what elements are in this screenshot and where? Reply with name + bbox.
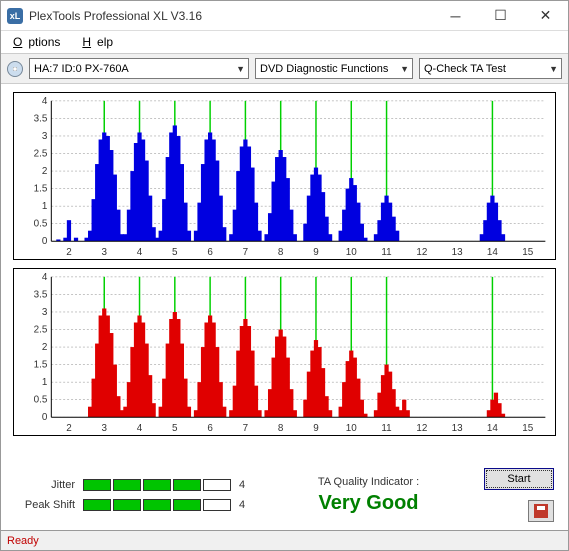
- svg-text:2: 2: [66, 247, 72, 258]
- jitter-bar: [83, 479, 231, 491]
- svg-text:6: 6: [207, 247, 213, 258]
- svg-text:9: 9: [313, 247, 319, 258]
- svg-text:3.5: 3.5: [34, 113, 48, 124]
- chevron-down-icon: ▼: [400, 64, 409, 74]
- svg-text:2: 2: [66, 423, 72, 434]
- svg-text:1.5: 1.5: [34, 360, 48, 371]
- svg-text:4: 4: [42, 96, 48, 107]
- menu-help[interactable]: Help: [76, 33, 125, 51]
- svg-text:13: 13: [452, 247, 463, 258]
- start-button[interactable]: Start: [484, 468, 554, 490]
- svg-text:7: 7: [243, 423, 249, 434]
- svg-text:2: 2: [42, 166, 48, 177]
- svg-text:3.5: 3.5: [34, 289, 48, 300]
- svg-text:12: 12: [416, 247, 427, 258]
- test-select-value: Q-Check TA Test: [424, 63, 506, 75]
- chart-bottom: 0 0.5 1 1.5 2 2.5 3 3.5 4 2 3 4 5 6 7 8 9 10 11 12 13 14 15: [13, 268, 556, 436]
- svg-text:3: 3: [101, 423, 107, 434]
- maximize-button[interactable]: ☐: [478, 1, 523, 30]
- function-select-value: DVD Diagnostic Functions: [260, 63, 388, 75]
- svg-text:11: 11: [381, 247, 392, 258]
- minimize-button[interactable]: ─: [433, 1, 478, 30]
- svg-text:1.5: 1.5: [34, 184, 48, 195]
- segment: [173, 499, 201, 511]
- svg-text:0.5: 0.5: [34, 219, 48, 230]
- svg-text:12: 12: [416, 423, 427, 434]
- peakshift-label: Peak Shift: [15, 499, 75, 511]
- svg-text:13: 13: [452, 423, 463, 434]
- svg-text:4: 4: [42, 272, 48, 283]
- svg-text:2.5: 2.5: [34, 148, 48, 159]
- quality-value: Very Good: [318, 492, 418, 515]
- function-select[interactable]: DVD Diagnostic Functions ▼: [255, 58, 413, 79]
- svg-text:4: 4: [137, 423, 143, 434]
- segment: [113, 479, 141, 491]
- save-button[interactable]: [528, 500, 554, 522]
- svg-text:6: 6: [207, 423, 213, 434]
- segment: [83, 499, 111, 511]
- device-select-value: HA:7 ID:0 PX-760A: [34, 63, 129, 75]
- menu-options[interactable]: Options: [7, 33, 72, 51]
- svg-text:2.5: 2.5: [34, 324, 48, 335]
- metrics: Jitter 4 Peak Shift 4: [15, 479, 253, 511]
- svg-text:5: 5: [172, 423, 178, 434]
- window-title: PlexTools Professional XL V3.16: [29, 9, 433, 23]
- jitter-row: Jitter 4: [15, 479, 253, 491]
- menubar: Options Help: [1, 31, 568, 53]
- svg-text:5: 5: [172, 247, 178, 258]
- status-text: Ready: [7, 535, 39, 547]
- chevron-down-icon: ▼: [549, 64, 558, 74]
- test-select[interactable]: Q-Check TA Test ▼: [419, 58, 562, 79]
- svg-text:11: 11: [381, 423, 392, 434]
- peakshift-value: 4: [239, 499, 253, 511]
- disc-icon: [7, 61, 23, 77]
- svg-text:3: 3: [42, 131, 48, 142]
- svg-text:8: 8: [278, 423, 284, 434]
- svg-text:0.5: 0.5: [34, 395, 48, 406]
- titlebar: xL PlexTools Professional XL V3.16 ─ ☐ ✕: [1, 1, 568, 31]
- svg-text:15: 15: [522, 423, 533, 434]
- chevron-down-icon: ▼: [236, 64, 245, 74]
- statusbar: Ready: [1, 530, 568, 550]
- svg-text:10: 10: [346, 423, 357, 434]
- app-icon: xL: [7, 8, 23, 24]
- svg-text:14: 14: [487, 423, 498, 434]
- toolbar: HA:7 ID:0 PX-760A ▼ DVD Diagnostic Funct…: [1, 53, 568, 84]
- svg-text:3: 3: [42, 307, 48, 318]
- svg-text:1: 1: [42, 201, 48, 212]
- svg-text:4: 4: [137, 247, 143, 258]
- segment: [203, 499, 231, 511]
- svg-text:3: 3: [101, 247, 107, 258]
- close-button[interactable]: ✕: [523, 1, 568, 30]
- segment: [203, 479, 231, 491]
- svg-text:7: 7: [243, 247, 249, 258]
- chart-area: 00.511.522.533.5423456789101112131415 00…: [1, 84, 568, 458]
- segment: [143, 499, 171, 511]
- svg-text:8: 8: [278, 247, 284, 258]
- svg-text:14: 14: [487, 247, 498, 258]
- svg-text:15: 15: [522, 247, 533, 258]
- quality-indicator: TA Quality Indicator : Very Good: [261, 476, 476, 515]
- bottom-panel: Jitter 4 Peak Shift 4 TA Quality Indicat…: [1, 458, 568, 530]
- segment: [113, 499, 141, 511]
- segment: [143, 479, 171, 491]
- jitter-label: Jitter: [15, 479, 75, 491]
- quality-label: TA Quality Indicator :: [318, 476, 419, 488]
- chart-top: 0 0.5 1 1.5 2 2.5 3 3.5 4 2 3 4 5 6 7 8 9 10 11 12 13 14 15: [13, 92, 556, 260]
- floppy-icon: [534, 504, 548, 518]
- svg-text:0: 0: [42, 412, 48, 423]
- peakshift-bar: [83, 499, 231, 511]
- svg-text:2: 2: [42, 342, 48, 353]
- peakshift-row: Peak Shift 4: [15, 499, 253, 511]
- segment: [83, 479, 111, 491]
- svg-text:10: 10: [346, 247, 357, 258]
- device-select[interactable]: HA:7 ID:0 PX-760A ▼: [29, 58, 249, 79]
- svg-text:1: 1: [42, 377, 48, 388]
- svg-text:9: 9: [313, 423, 319, 434]
- segment: [173, 479, 201, 491]
- jitter-value: 4: [239, 479, 253, 491]
- svg-text:0: 0: [42, 236, 48, 247]
